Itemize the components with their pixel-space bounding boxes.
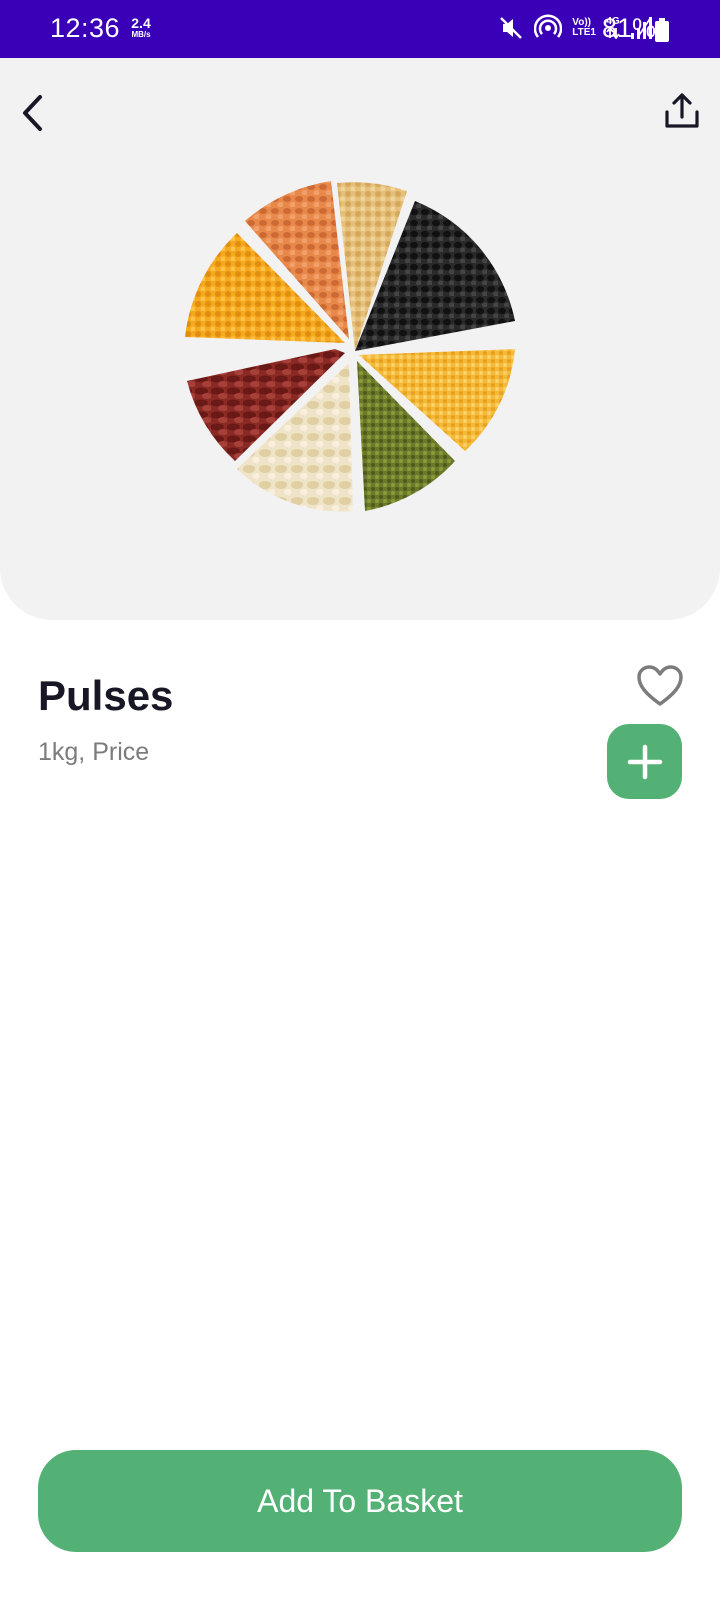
volte-icon: Vo)) LTE1 <box>572 18 596 38</box>
product-title: Pulses <box>38 672 174 719</box>
network-speed-unit: MB/s <box>131 30 151 39</box>
volte-bottom-text: LTE1 <box>572 27 596 38</box>
network-speed-value: 2.4 <box>131 15 151 31</box>
share-upload-icon <box>665 93 699 128</box>
mute-icon <box>498 15 524 41</box>
plus-icon <box>627 744 662 779</box>
favorite-button[interactable] <box>636 664 684 708</box>
chevron-left-icon <box>23 95 42 131</box>
add-quantity-button[interactable] <box>607 724 682 799</box>
pulses-product-image <box>185 181 515 512</box>
add-to-basket-button[interactable]: Add To Basket <box>38 1450 682 1552</box>
heart-outline-icon <box>637 665 683 706</box>
product-subtitle: 1kg, Price <box>38 738 150 766</box>
battery-icon <box>655 18 669 47</box>
share-button[interactable] <box>660 86 704 136</box>
status-bar: 12:36 2.4 MB/s Vo)) LTE1 4G 81% <box>0 0 720 58</box>
network-speed: 2.4 MB/s <box>126 16 156 39</box>
battery-percent: 81% <box>602 13 657 43</box>
back-button[interactable] <box>12 88 52 138</box>
status-time: 12:36 <box>50 13 121 43</box>
hotspot-icon <box>534 14 563 42</box>
product-image-area <box>0 58 720 620</box>
